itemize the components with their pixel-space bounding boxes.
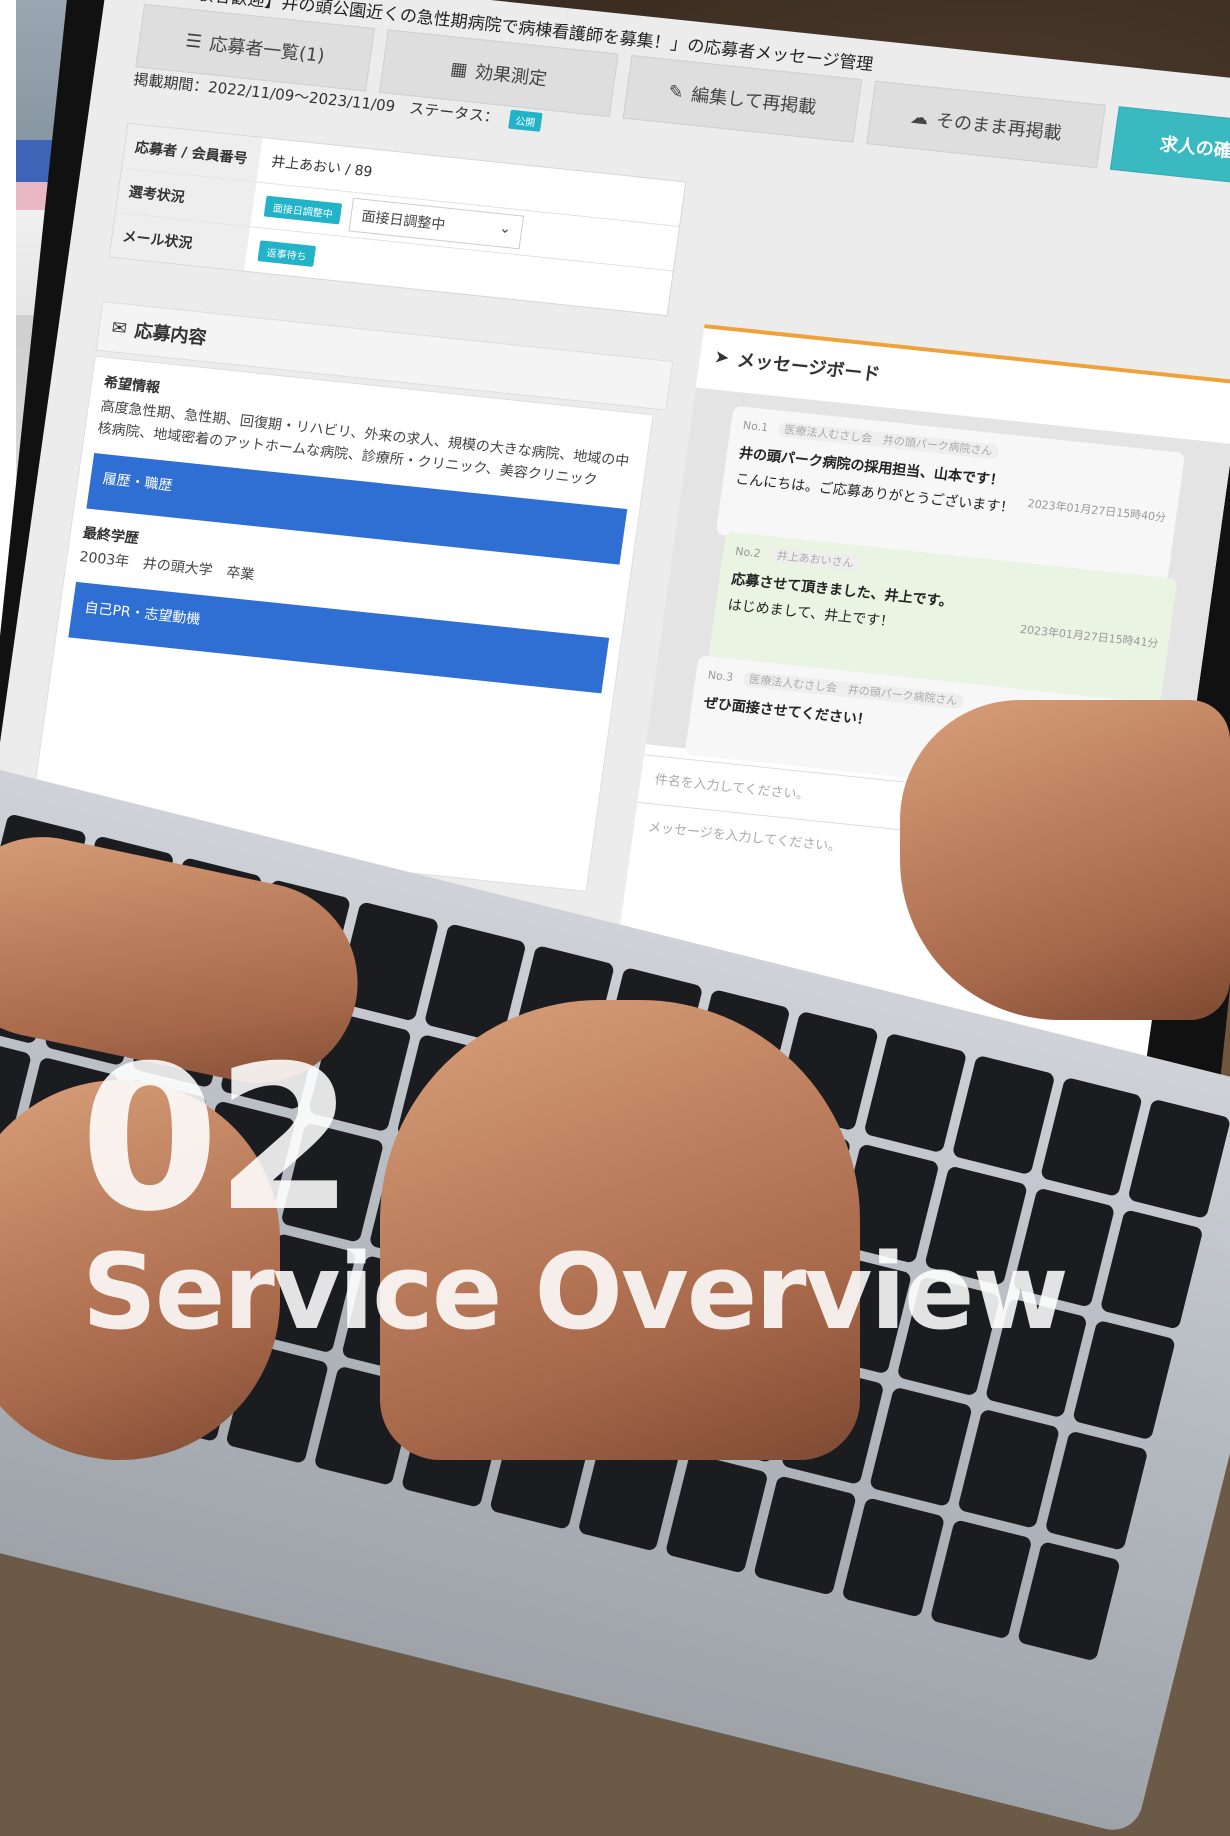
tab-repost[interactable]: ☁ そのまま再掲載 <box>866 80 1106 169</box>
edit-icon: ✎ <box>667 80 686 104</box>
confirm-job-button[interactable]: 求人の確認 <box>1109 106 1230 189</box>
keyboard-key <box>1039 1076 1144 1198</box>
keyboard-key <box>1072 1319 1176 1441</box>
section-number: 02 <box>80 1023 354 1256</box>
chevron-down-icon: ⌄ <box>498 220 513 238</box>
list-icon: ☰ <box>184 29 204 53</box>
keyboard-key <box>1100 1209 1204 1330</box>
keyboard-key <box>956 1408 1061 1529</box>
keyboard-key <box>863 1032 968 1154</box>
applicant-info-table: 応募者 / 会員番号 井上あおい / 89 選考状況 面接日調整中 面接日調整中… <box>108 122 687 317</box>
selection-status-badge: 面接日調整中 <box>263 195 343 224</box>
keyboard-key <box>951 1054 1056 1176</box>
keyboard-key <box>929 1519 1033 1640</box>
status-badge: 公開 <box>508 109 543 132</box>
keyboard-key <box>665 1453 769 1574</box>
keyboard-key <box>1017 1541 1121 1662</box>
section-title: Service Overview <box>82 1231 1069 1353</box>
keyboard-key <box>1127 1098 1230 1220</box>
paper-plane-icon: ➤ <box>712 345 731 369</box>
mail-status-badge: 返事待ち <box>257 239 317 267</box>
keyboard-key <box>753 1475 857 1596</box>
pointing-hand <box>900 700 1230 1020</box>
keyboard-key <box>1044 1430 1149 1551</box>
keyboard-key <box>841 1497 945 1618</box>
right-hand <box>380 1000 860 1460</box>
cloud-upload-icon: ☁ <box>909 106 930 129</box>
table-icon: ▦ <box>449 57 469 81</box>
keyboard-key <box>868 1386 973 1508</box>
envelope-open-icon: ✉ <box>110 316 129 340</box>
